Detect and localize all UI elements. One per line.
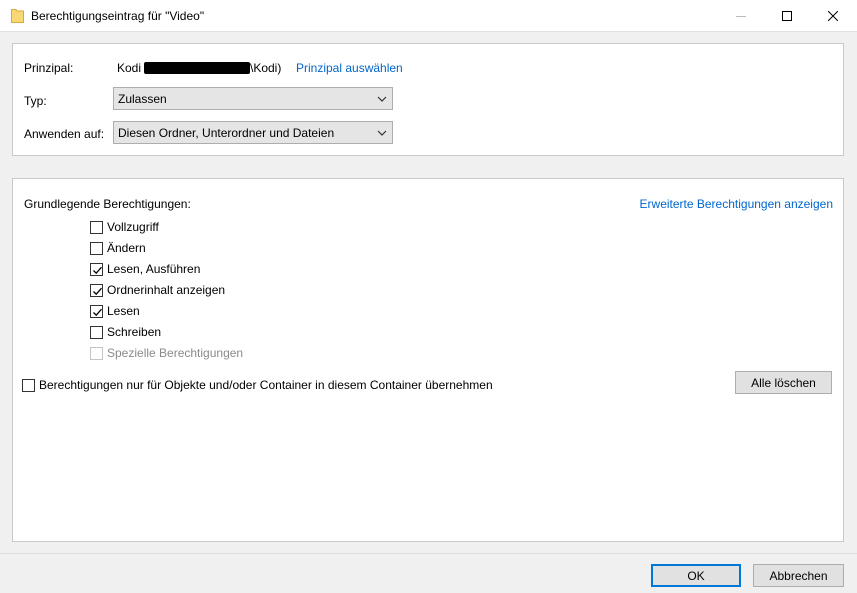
maximize-icon [782,10,792,21]
permission-checkbox [90,346,103,360]
apply-to-dropdown[interactable]: Diesen Ordner, Unterordner und Dateien [113,121,393,144]
minimize-icon [736,15,746,17]
apply-to-dropdown-value: Diesen Ordner, Unterordner und Dateien [118,126,335,140]
minimize-button[interactable] [718,0,764,31]
folder-icon [11,8,24,23]
principal-name-prefix: Kodi [117,61,142,75]
permission-checkbox[interactable] [90,241,103,255]
inherit-checkbox-label: Berechtigungen nur für Objekte und/oder … [39,378,493,392]
permission-item[interactable]: Ordnerinhalt anzeigen [90,282,225,298]
type-dropdown-value: Zulassen [118,92,167,106]
inherit-checkbox[interactable] [22,378,35,392]
permission-item[interactable]: Ändern [90,240,146,256]
permission-label: Ordnerinhalt anzeigen [107,283,226,297]
checkmark-icon [93,308,102,316]
permission-item[interactable]: Lesen [90,303,140,319]
redaction-bar [144,62,250,74]
inherit-checkbox-row[interactable]: Berechtigungen nur für Objekte und/oder … [22,377,493,393]
window-title: Berechtigungseintrag für "Video" [31,9,205,23]
type-label: Typ: [24,94,47,108]
permission-checkbox[interactable] [90,262,103,276]
permission-checkbox[interactable] [90,325,103,339]
permission-checkbox[interactable] [90,283,103,297]
permission-item[interactable]: Schreiben [90,324,161,340]
principal-panel: Prinzipal: Kodi \Kodi) Prinzipal auswähl… [12,43,844,156]
permission-label: Ändern [107,241,146,255]
select-principal-link[interactable]: Prinzipal auswählen [296,61,403,75]
principal-name-suffix: \Kodi) [250,61,282,75]
clear-all-button[interactable]: Alle löschen [735,371,832,394]
close-icon [828,10,838,21]
permission-label: Schreiben [107,325,162,339]
title-bar[interactable]: Berechtigungseintrag für "Video" [0,0,857,32]
checkmark-icon [93,266,102,274]
close-button[interactable] [810,0,856,31]
permission-checkbox[interactable] [90,304,103,318]
permission-item: Spezielle Berechtigungen [90,345,243,361]
type-dropdown[interactable]: Zulassen [113,87,393,110]
permissions-panel: Grundlegende Berechtigungen: Erweiterte … [12,178,844,542]
permission-item[interactable]: Lesen, Ausführen [90,261,200,277]
permission-label: Spezielle Berechtigungen [107,346,244,360]
show-advanced-permissions-link[interactable]: Erweiterte Berechtigungen anzeigen [640,197,833,211]
chevron-down-icon [377,96,387,102]
ok-button[interactable]: OK [651,564,741,587]
dialog-footer: OK Abbrechen [0,553,857,593]
maximize-button[interactable] [764,0,810,31]
permission-checkbox[interactable] [90,220,103,234]
permission-label: Lesen, Ausführen [107,262,201,276]
chevron-down-icon [377,130,387,136]
principal-label: Prinzipal: [24,61,74,75]
cancel-button[interactable]: Abbrechen [753,564,844,587]
basic-permissions-heading: Grundlegende Berechtigungen: [24,197,191,211]
apply-to-label: Anwenden auf: [24,127,105,141]
permission-label: Vollzugriff [107,220,159,234]
permission-item[interactable]: Vollzugriff [90,219,159,235]
permission-label: Lesen [107,304,140,318]
checkmark-icon [93,287,102,295]
